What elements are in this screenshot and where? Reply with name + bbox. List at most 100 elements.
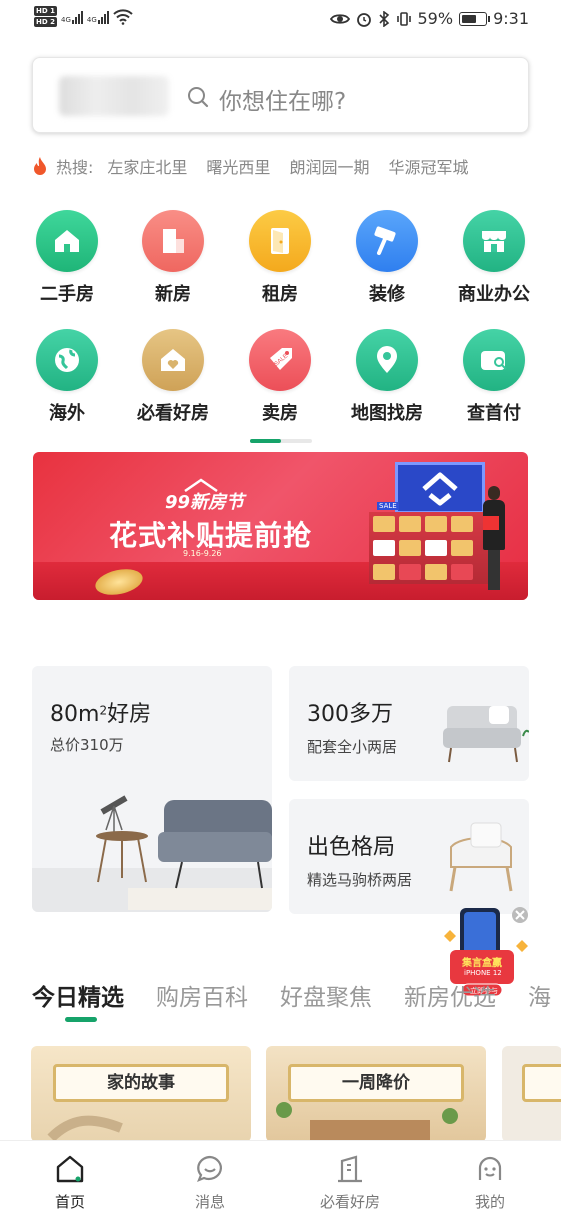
- location-blurred[interactable]: [59, 76, 169, 116]
- category-label: 二手房: [40, 284, 94, 305]
- category-label: 装修: [369, 284, 405, 305]
- thumb-weekly-price-drop[interactable]: 一周降价: [266, 1046, 486, 1142]
- tab-focus[interactable]: 好盘聚焦: [280, 978, 372, 1012]
- bottom-nav: 首页 消息 必看好房 我的: [0, 1140, 561, 1216]
- status-right: 59% 9:31: [329, 9, 529, 28]
- home-icon: [56, 1155, 84, 1183]
- sale-tag-icon: SALE: [249, 329, 311, 391]
- signal-1: 4G: [61, 10, 83, 24]
- search-icon: [188, 87, 209, 108]
- vibrate-icon: [396, 11, 411, 26]
- hot-keyword[interactable]: 华源冠军城: [388, 154, 468, 178]
- search-box[interactable]: 你想住在哪?: [32, 57, 529, 133]
- category-label: 必看好房: [137, 403, 209, 424]
- signal-2: 4G: [87, 10, 109, 24]
- alarm-icon: [356, 12, 371, 27]
- hot-keyword[interactable]: 朗润园一期: [289, 154, 369, 178]
- wifi-icon: [113, 8, 133, 25]
- promo-banner[interactable]: 99新房节 花式补贴提前抢 9.16-9.26 SALE: [33, 452, 528, 600]
- hot-search-label: 热搜:: [56, 158, 94, 177]
- relax-person-image: [47, 1115, 123, 1142]
- sale-tag: SALE: [377, 502, 399, 510]
- card-title: 出色格局: [307, 835, 396, 860]
- network-type-2: 4G: [86, 15, 97, 24]
- thumb-partial[interactable]: [502, 1046, 561, 1142]
- bluetooth-icon: [378, 10, 389, 27]
- gift-shelf: SALE: [369, 502, 489, 584]
- category-label: 查首付: [467, 403, 521, 424]
- category-label: 新房: [155, 284, 191, 305]
- battery-icon: [459, 11, 491, 26]
- card-title: 80m: [50, 702, 100, 727]
- shop-icon: [463, 210, 525, 272]
- living-room-image: [32, 795, 272, 912]
- category-label: 商业办公: [458, 284, 530, 305]
- feature-card-80m[interactable]: 80m2好房 总价310万: [32, 666, 272, 912]
- promo-title: 集言盒赢: [462, 958, 502, 969]
- card-title: 300多万: [307, 702, 393, 727]
- battery-percent: 59%: [417, 9, 454, 28]
- category-label: 租房: [262, 284, 298, 305]
- nav-must-see[interactable]: 必看好房: [310, 1153, 390, 1212]
- nav-label: 必看好房: [319, 1193, 380, 1211]
- category-commercial[interactable]: 商业办公: [444, 210, 544, 306]
- feature-card-300[interactable]: 300多万 配套全小两居: [289, 666, 529, 781]
- banner-headline: 花式补贴提前抢: [109, 519, 313, 552]
- nav-label: 首页: [54, 1193, 85, 1211]
- category-rent[interactable]: 租房: [230, 210, 330, 306]
- promo-product: iPHONE 12: [464, 969, 502, 977]
- must-see-icon: [338, 1155, 362, 1183]
- content-tabs: 今日精选 购房百科 好盘聚焦 新房优选 海: [32, 978, 551, 1012]
- tab-guide[interactable]: 购房百科: [156, 978, 248, 1012]
- nav-home[interactable]: 首页: [30, 1153, 110, 1212]
- category-label: 海外: [49, 403, 85, 424]
- tab-today[interactable]: 今日精选: [32, 978, 124, 1012]
- profile-icon: [478, 1156, 502, 1180]
- status-left: HD 1 HD 2 4G 4G: [34, 6, 133, 27]
- billboard-screen: [395, 462, 485, 514]
- sim2-badge: HD 2: [34, 17, 57, 27]
- heart-house-icon: [142, 329, 204, 391]
- building-icon: [142, 210, 204, 272]
- thumb-title: 家的故事: [53, 1064, 229, 1102]
- presenter-figure: [483, 486, 505, 590]
- thumb-home-story[interactable]: 家的故事: [31, 1046, 251, 1142]
- map-pin-icon: [356, 329, 418, 391]
- tab-indicator: [65, 1017, 97, 1022]
- card-subtitle: 总价310万: [50, 736, 124, 754]
- nav-messages[interactable]: 消息: [170, 1153, 250, 1212]
- feature-card-layout[interactable]: 出色格局 精选马驹桥两居: [289, 799, 529, 914]
- category-must-see[interactable]: 必看好房: [123, 329, 223, 425]
- globe-icon: [36, 329, 98, 391]
- category-second-hand[interactable]: 二手房: [17, 210, 117, 306]
- nav-profile[interactable]: 我的: [450, 1153, 530, 1212]
- network-type-1: 4G: [60, 15, 71, 24]
- hot-keyword[interactable]: 左家庄北里: [107, 154, 187, 178]
- hot-keyword[interactable]: 曙光西里: [206, 154, 270, 178]
- card-subtitle: 配套全小两居: [307, 738, 398, 756]
- search-placeholder[interactable]: 你想住在哪?: [219, 82, 346, 116]
- pager-active-dot: [250, 439, 281, 443]
- thumb-ribbon: [522, 1064, 561, 1102]
- plants-room-image: [276, 1102, 458, 1142]
- beike-logo-icon: [422, 472, 458, 506]
- card-title-wrap: 80m2好房 总价310万: [50, 696, 151, 755]
- category-new-home[interactable]: 新房: [123, 210, 223, 306]
- sofa-image: [443, 706, 529, 763]
- card-text: 出色格局 精选马驹桥两居: [307, 829, 412, 890]
- sim-badges: HD 1 HD 2: [34, 6, 57, 27]
- signal-bars-2-icon: [97, 10, 109, 24]
- nav-label: 我的: [474, 1193, 505, 1211]
- banner-dates: 9.16-9.26: [183, 549, 222, 558]
- card-text: 300多万 配套全小两居: [307, 696, 397, 757]
- category-decoration[interactable]: 装修: [337, 210, 437, 306]
- category-overseas[interactable]: 海外: [17, 329, 117, 425]
- card-title-suffix: 好房: [107, 702, 152, 727]
- category-sell[interactable]: SALE 卖房: [230, 329, 330, 425]
- category-down-payment[interactable]: 查首付: [444, 329, 544, 425]
- tab-overflow[interactable]: 海: [528, 978, 551, 1012]
- category-map[interactable]: 地图找房: [337, 329, 437, 425]
- banner-badge: 99新房节: [165, 492, 245, 513]
- tab-new-home[interactable]: 新房优选: [404, 978, 496, 1012]
- thumb-title: 一周降价: [288, 1064, 464, 1102]
